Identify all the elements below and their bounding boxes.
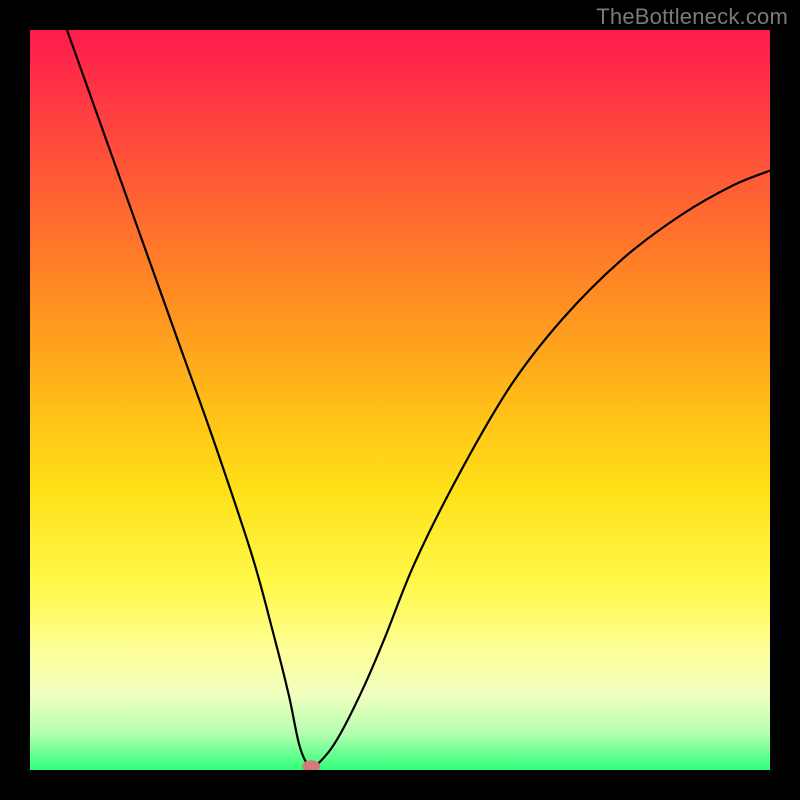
chart-frame: TheBottleneck.com bbox=[0, 0, 800, 800]
watermark-text: TheBottleneck.com bbox=[596, 4, 788, 30]
plot-area bbox=[30, 30, 770, 770]
bottleneck-curve bbox=[67, 30, 770, 766]
curve-svg bbox=[30, 30, 770, 770]
